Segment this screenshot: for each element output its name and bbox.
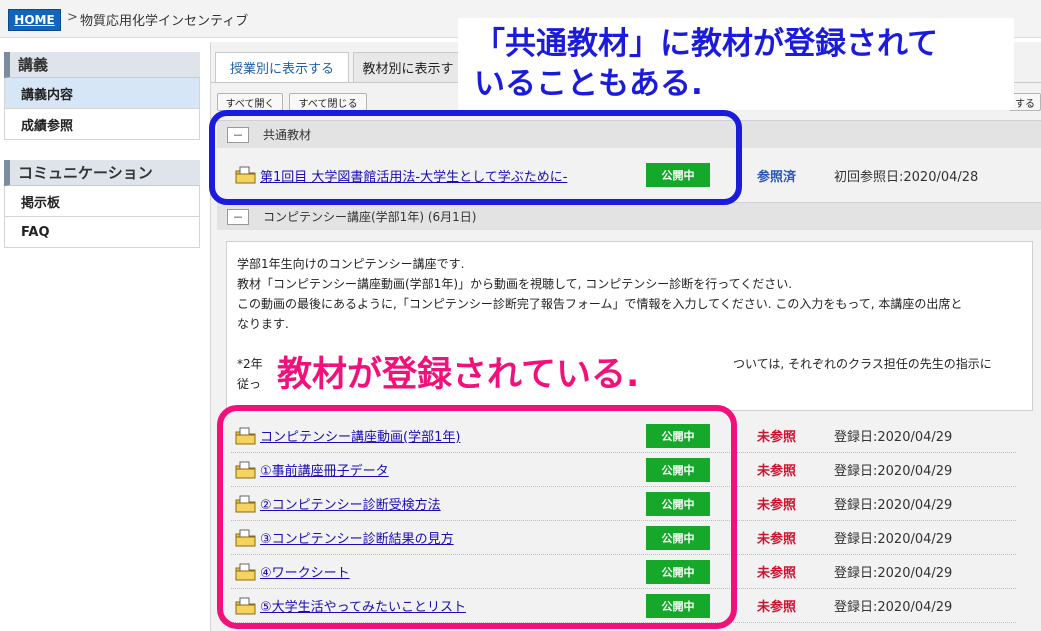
breadcrumb-separator: >	[67, 10, 78, 25]
competency-section-title: コンピテンシー講座(学部1年) (6月1日)	[263, 210, 477, 224]
description-line: ついては, それぞれのクラス担任の先生の指示に	[733, 357, 992, 371]
sidebar-section-lecture: 講義	[4, 52, 200, 78]
tab-by-class[interactable]: 授業別に表示する	[215, 52, 349, 82]
home-link[interactable]: HOME	[8, 9, 61, 31]
reference-status: 未参照	[757, 600, 797, 615]
expand-all-button[interactable]: すべて開く	[217, 93, 283, 111]
sidebar-item-board[interactable]: 掲示板	[4, 186, 200, 217]
reference-status: 未参照	[757, 566, 797, 581]
reference-status: 未参照	[757, 430, 797, 445]
registration-date: 登録日:2020/04/29	[834, 430, 953, 445]
sidebar-item-faq[interactable]: FAQ	[4, 217, 200, 248]
annotation-line: いることもある.	[474, 66, 703, 102]
collapse-competency-button[interactable]: －	[227, 208, 249, 225]
annotation-text-common: 「共通教材」に教材が登録されて いることもある.	[458, 18, 1014, 110]
sidebar-item-lecture-content[interactable]: 講義内容	[4, 78, 200, 109]
registration-date: 登録日:2020/04/29	[834, 600, 953, 615]
registration-date: 登録日:2020/04/29	[834, 566, 953, 581]
tab-by-material[interactable]: 教材別に表示す	[353, 52, 463, 82]
description-line: 教材「コンピテンシー講座動画(学部1年)」から動画を視聴して, コンピテンシー診…	[237, 277, 793, 291]
competency-section-header: － コンピテンシー講座(学部1年) (6月1日)	[217, 202, 1041, 230]
collapse-all-button[interactable]: すべて閉じる	[289, 93, 367, 111]
sidebar: 講義 講義内容 成績参照 コミュニケーション 掲示板 FAQ	[4, 52, 200, 248]
description-line: *2年	[237, 357, 263, 371]
description-line: 学部1年生向けのコンピテンシー講座です.	[237, 257, 465, 271]
registration-date: 登録日:2020/04/29	[834, 498, 953, 513]
reference-status: 未参照	[757, 464, 797, 479]
sidebar-item-grades[interactable]: 成績参照	[4, 109, 200, 140]
sidebar-section-communication: コミュニケーション	[4, 160, 200, 186]
registration-date: 登録日:2020/04/29	[834, 532, 953, 547]
description-line: なります.	[237, 317, 289, 331]
annotation-text-materials: 教材が登録されている.	[267, 350, 650, 400]
annotation-box-common	[209, 110, 742, 205]
reference-status: 未参照	[757, 498, 797, 513]
annotation-box-materials	[217, 405, 737, 629]
reference-status: 未参照	[757, 532, 797, 547]
registration-date: 登録日:2020/04/29	[834, 464, 953, 479]
description-line: この動画の最後にあるように,「コンピテンシー診断完了報告フォーム」で情報を入力し…	[237, 297, 963, 311]
breadcrumb-current: 物質応用化学インセンティブ	[80, 14, 249, 29]
reference-date: 初回参照日:2020/04/28	[834, 169, 979, 185]
annotation-line: 「共通教材」に教材が登録されて	[474, 26, 939, 62]
reference-status: 参照済	[757, 169, 797, 185]
